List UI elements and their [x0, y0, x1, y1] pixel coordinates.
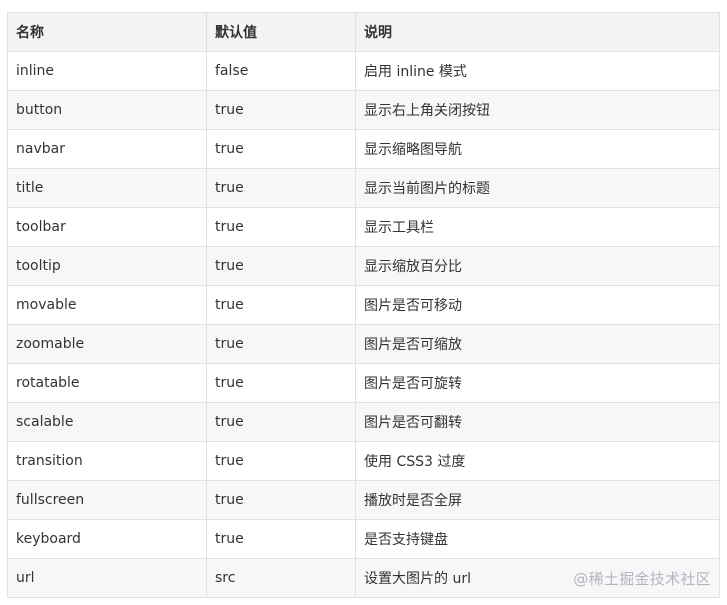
option-default: false	[206, 51, 356, 91]
option-description: 显示当前图片的标题	[355, 168, 720, 208]
option-description: 显示缩略图导航	[355, 129, 720, 169]
option-name: inline	[7, 51, 207, 91]
option-name: keyboard	[7, 519, 207, 559]
table-row: rotatable true 图片是否可旋转	[7, 363, 720, 403]
options-table-container: 名称 默认值 说明 inline false 启用 inline 模式 butt…	[7, 12, 720, 598]
table-row: inline false 启用 inline 模式	[7, 51, 720, 91]
option-name: url	[7, 558, 207, 598]
table-row: movable true 图片是否可移动	[7, 285, 720, 325]
header-name: 名称	[7, 12, 207, 52]
option-name: movable	[7, 285, 207, 325]
option-description: 使用 CSS3 过度	[355, 441, 720, 481]
option-name: zoomable	[7, 324, 207, 364]
table-row: title true 显示当前图片的标题	[7, 168, 720, 208]
option-description: 显示右上角关闭按钮	[355, 90, 720, 130]
option-default: true	[206, 168, 356, 208]
table-row: fullscreen true 播放时是否全屏	[7, 480, 720, 520]
option-description: 图片是否可移动	[355, 285, 720, 325]
header-default: 默认值	[206, 12, 356, 52]
option-default: true	[206, 90, 356, 130]
option-name: navbar	[7, 129, 207, 169]
option-default: true	[206, 246, 356, 286]
option-name: scalable	[7, 402, 207, 442]
option-default: src	[206, 558, 356, 598]
option-default: true	[206, 480, 356, 520]
option-description: 图片是否可缩放	[355, 324, 720, 364]
table-row: tooltip true 显示缩放百分比	[7, 246, 720, 286]
option-default: true	[206, 285, 356, 325]
option-name: tooltip	[7, 246, 207, 286]
table-row: transition true 使用 CSS3 过度	[7, 441, 720, 481]
option-default: true	[206, 519, 356, 559]
option-name: title	[7, 168, 207, 208]
option-description: 显示缩放百分比	[355, 246, 720, 286]
option-description: 播放时是否全屏	[355, 480, 720, 520]
table-row: zoomable true 图片是否可缩放	[7, 324, 720, 364]
option-description: 显示工具栏	[355, 207, 720, 247]
table-header-row: 名称 默认值 说明	[7, 12, 720, 52]
option-default: true	[206, 129, 356, 169]
option-default: true	[206, 402, 356, 442]
option-default: true	[206, 363, 356, 403]
option-name: transition	[7, 441, 207, 481]
watermark: @稀土掘金技术社区	[573, 570, 711, 588]
header-description: 说明	[355, 12, 720, 52]
options-table: 名称 默认值 说明 inline false 启用 inline 模式 butt…	[7, 12, 720, 598]
option-description: 是否支持键盘	[355, 519, 720, 559]
option-default: true	[206, 441, 356, 481]
option-description: 启用 inline 模式	[355, 51, 720, 91]
option-name: button	[7, 90, 207, 130]
option-name: rotatable	[7, 363, 207, 403]
option-description: 图片是否可旋转	[355, 363, 720, 403]
table-row: scalable true 图片是否可翻转	[7, 402, 720, 442]
option-name: toolbar	[7, 207, 207, 247]
table-row: button true 显示右上角关闭按钮	[7, 90, 720, 130]
option-default: true	[206, 207, 356, 247]
option-name: fullscreen	[7, 480, 207, 520]
table-row: toolbar true 显示工具栏	[7, 207, 720, 247]
option-default: true	[206, 324, 356, 364]
table-row: keyboard true 是否支持键盘	[7, 519, 720, 559]
option-description: 图片是否可翻转	[355, 402, 720, 442]
table-row: navbar true 显示缩略图导航	[7, 129, 720, 169]
